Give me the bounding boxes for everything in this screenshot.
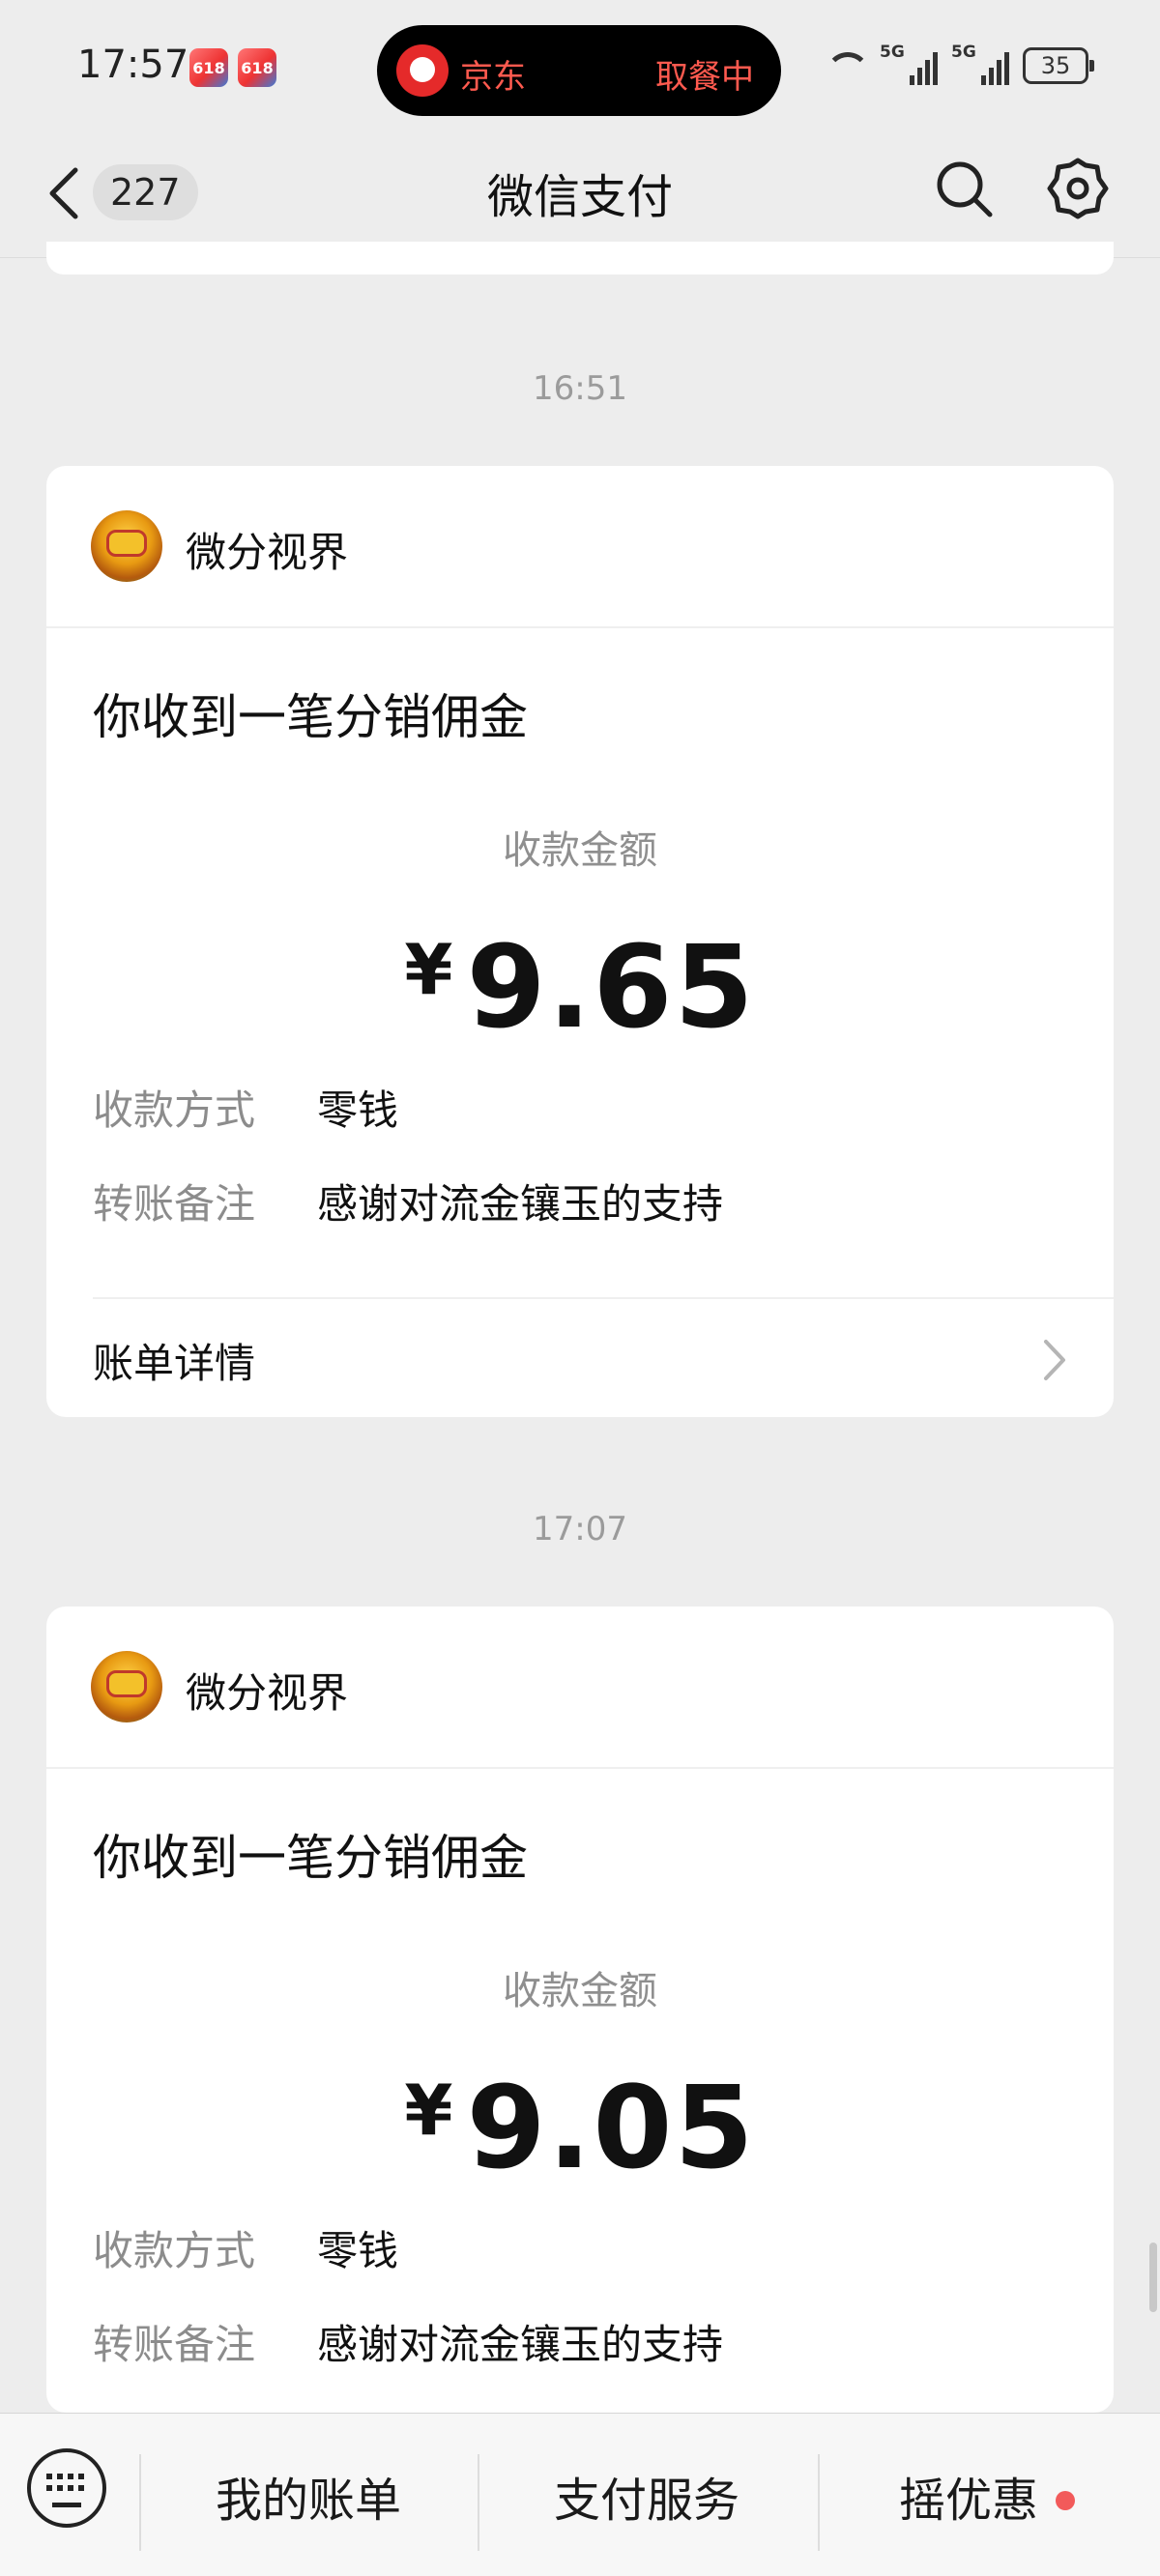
- keyboard-icon[interactable]: [27, 2448, 106, 2528]
- app-618-icon: 618: [238, 48, 276, 87]
- scrollbar[interactable]: [1149, 2243, 1157, 2312]
- currency-symbol: ¥: [404, 2069, 453, 2151]
- my-bills-tab[interactable]: 我的账单: [141, 2462, 476, 2539]
- payment-method-value: 零钱: [317, 2227, 399, 2274]
- sender-name: 微分视界: [186, 1669, 349, 1717]
- signal-icon: 5G: [880, 43, 938, 85]
- status-bar: 17:57 618 618 京东 取餐中 5G 5G 35: [0, 0, 1160, 145]
- wifi-icon: [824, 48, 870, 83]
- transfer-note-label: 转账备注: [93, 1180, 256, 1228]
- island-app-name: 京东: [460, 58, 526, 97]
- payment-method-label: 收款方式: [93, 1086, 256, 1134]
- amount-label: 收款金额: [503, 1969, 657, 2013]
- back-arrow-icon[interactable]: [44, 162, 83, 224]
- previous-card-bottom: [46, 242, 1114, 275]
- unread-count-badge[interactable]: 227: [93, 164, 198, 220]
- transfer-note-value: 感谢对流金镶玉的支持: [317, 2321, 724, 2368]
- transfer-note-row: 转账备注 感谢对流金镶玉的支持: [93, 1172, 723, 1230]
- jd-logo-icon: [396, 44, 449, 97]
- payment-method-row: 收款方式 零钱: [93, 2218, 398, 2277]
- amount: ¥9.65: [46, 920, 1114, 1054]
- app-618-icon: 618: [189, 48, 228, 87]
- transfer-note-row: 转账备注 感谢对流金镶玉的支持: [93, 2312, 723, 2371]
- message-timestamp: 17:07: [533, 1510, 627, 1548]
- battery-icon: 35: [1023, 47, 1094, 84]
- message-timestamp: 16:51: [533, 369, 627, 408]
- chevron-right-icon: [1044, 1340, 1065, 1380]
- sender-name: 微分视界: [186, 529, 349, 576]
- bottom-menu-bar: 我的账单 支付服务 摇优惠: [0, 2413, 1160, 2576]
- payment-notification-card[interactable]: 微分视界 你收到一笔分销佣金 收款金额 ¥9.05 收款方式 零钱 转账备注 感谢对…: [46, 1606, 1114, 2413]
- card-header[interactable]: 微分视界: [46, 1606, 1114, 1769]
- currency-symbol: ¥: [404, 929, 453, 1010]
- payment-notification-card[interactable]: 微分视界 你收到一笔分销佣金 收款金额 ¥9.65 收款方式 零钱 转账备注 感谢对…: [46, 466, 1114, 1417]
- avatar[interactable]: [91, 1651, 162, 1722]
- transfer-note-label: 转账备注: [93, 2321, 256, 2368]
- search-icon[interactable]: [932, 157, 996, 220]
- payment-method-label: 收款方式: [93, 2227, 256, 2274]
- payment-services-tab[interactable]: 支付服务: [479, 2462, 814, 2539]
- amount-label: 收款金额: [503, 828, 657, 873]
- notification-title: 你收到一笔分销佣金: [93, 689, 528, 745]
- notification-title: 你收到一笔分销佣金: [93, 1830, 528, 1886]
- bill-details-link[interactable]: 账单详情: [93, 1331, 255, 1390]
- avatar[interactable]: [91, 510, 162, 582]
- payment-method-value: 零钱: [317, 1086, 399, 1134]
- dynamic-island[interactable]: 京东 取餐中: [377, 25, 781, 116]
- amount: ¥9.05: [46, 2061, 1114, 2194]
- payment-method-row: 收款方式 零钱: [93, 1078, 398, 1137]
- shake-discount-label: 摇优惠: [898, 2474, 1038, 2528]
- clock: 17:57: [77, 43, 189, 87]
- signal-icon: 5G: [951, 43, 1009, 85]
- status-icons: 5G 5G 35: [824, 43, 1094, 85]
- card-header[interactable]: 微分视界: [46, 466, 1114, 628]
- notification-dot-icon: [1056, 2491, 1075, 2510]
- transfer-note-value: 感谢对流金镶玉的支持: [317, 1180, 724, 1228]
- amount-value: 9.05: [466, 2061, 756, 2194]
- island-status: 取餐中: [655, 58, 754, 97]
- amount-value: 9.65: [466, 920, 756, 1054]
- gear-icon[interactable]: [1046, 157, 1110, 220]
- divider: [93, 1297, 1114, 1299]
- shake-discount-tab[interactable]: 摇优惠: [820, 2462, 1154, 2539]
